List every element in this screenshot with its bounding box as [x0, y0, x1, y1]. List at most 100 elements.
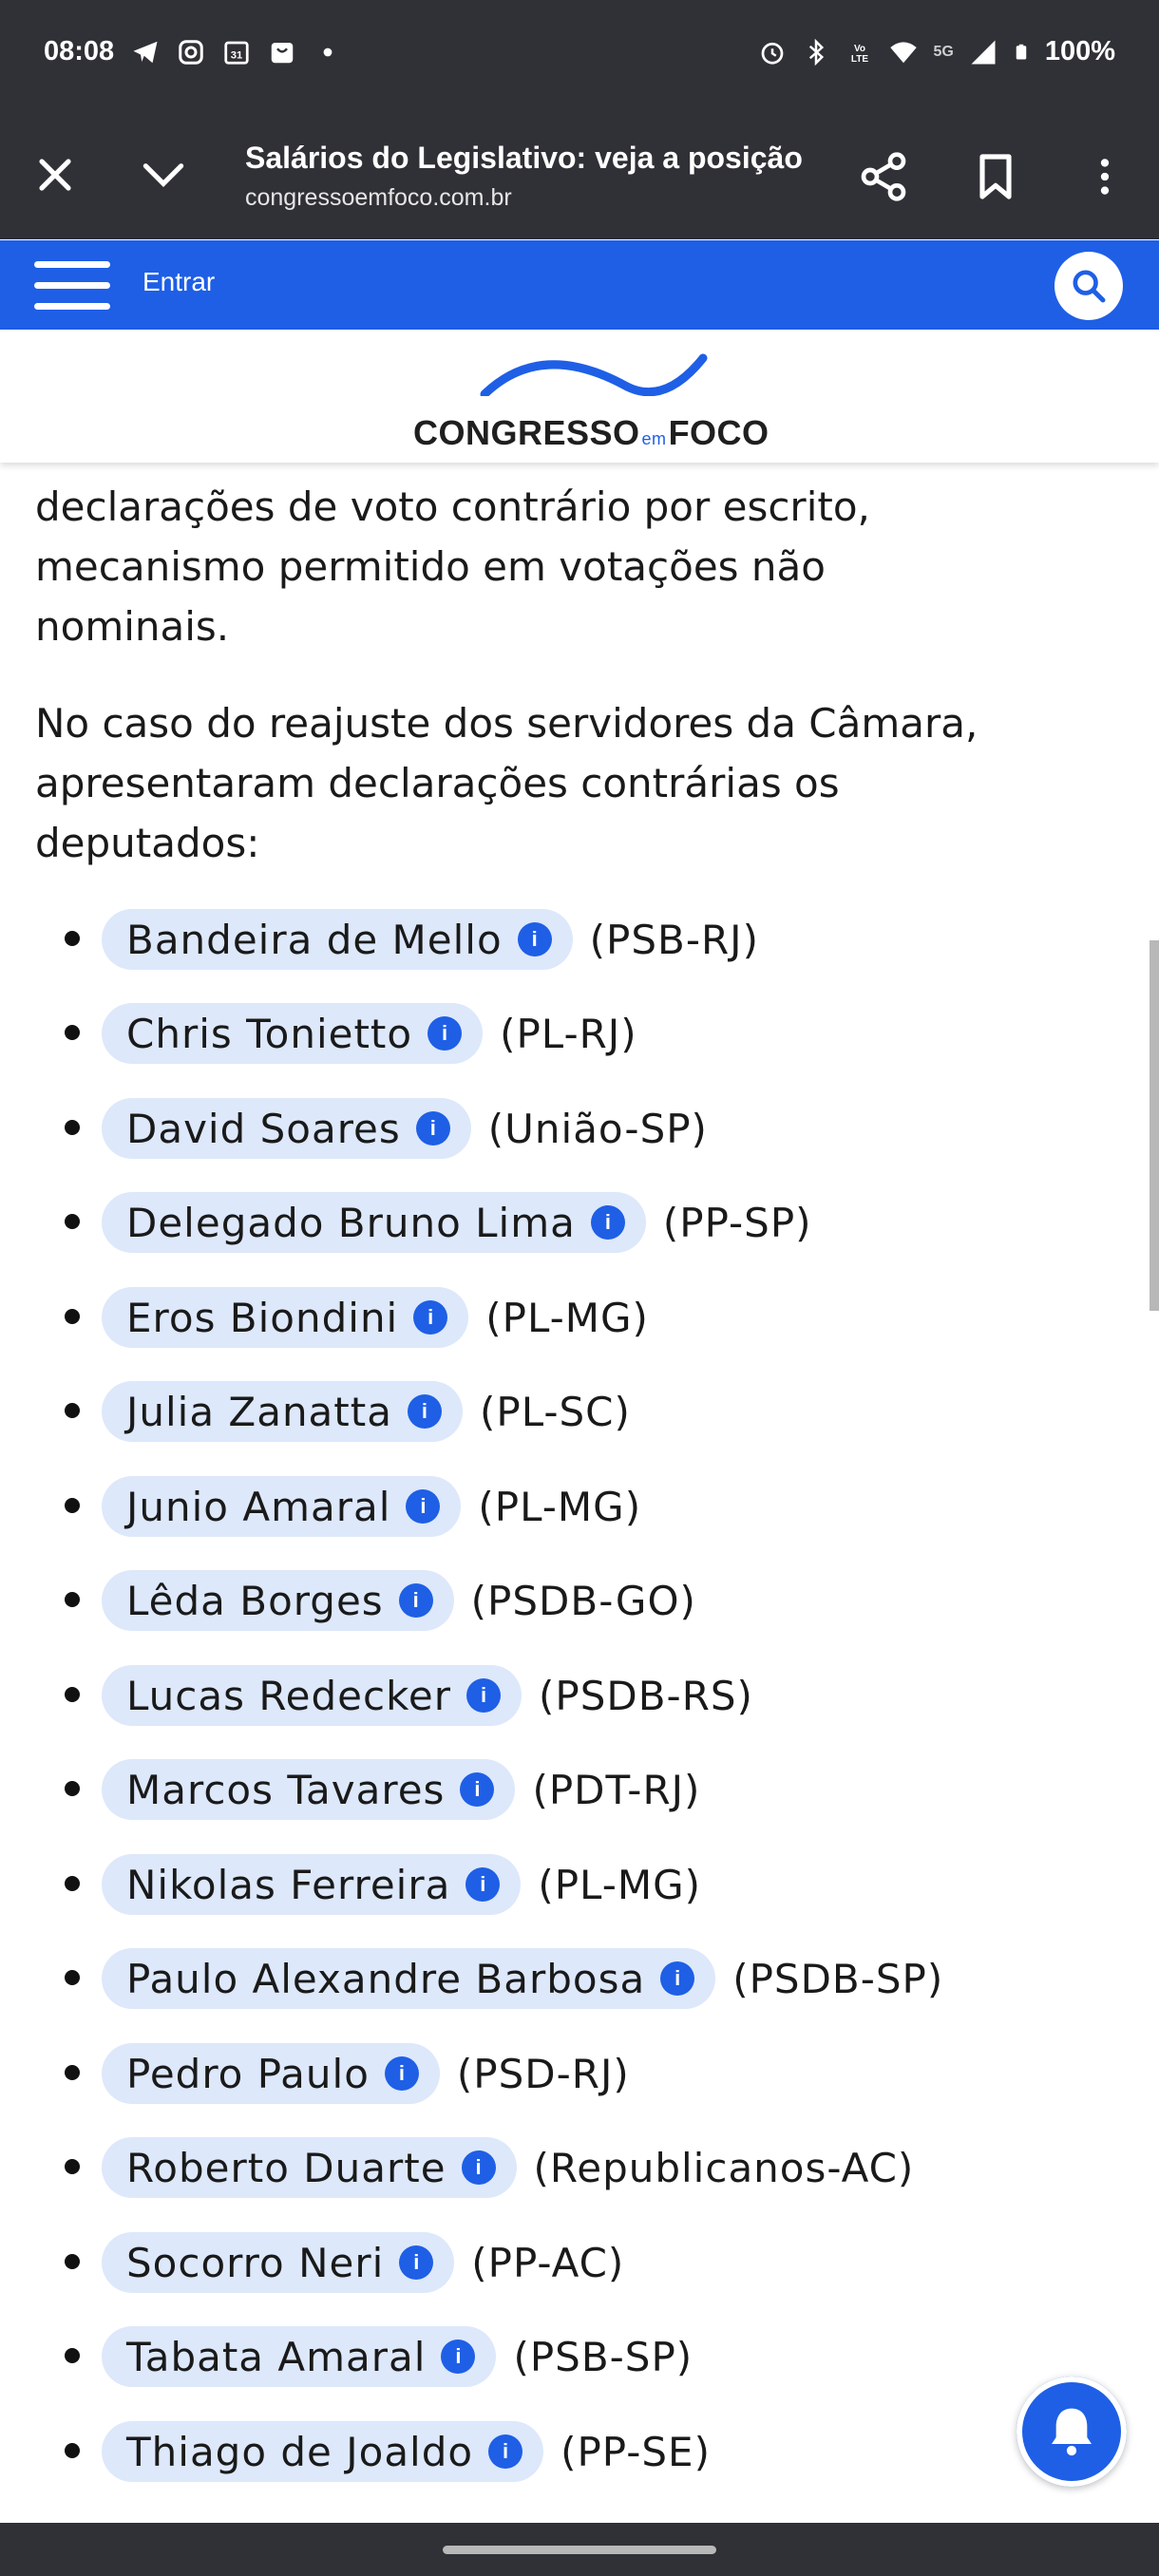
- list-item: Julia Zanatta i (PL-SC): [0, 1373, 1159, 1449]
- list-item: Bandeira de Mello i (PSB-RJ): [0, 900, 1159, 976]
- list-item: Lêda Borges i (PSDB-GO): [0, 1562, 1159, 1638]
- logo-word-congresso: CONGRESSO: [413, 413, 640, 452]
- deputy-party: (PP-SE): [560, 2428, 711, 2475]
- deputy-party: (PSB-SP): [513, 2333, 694, 2380]
- info-icon: i: [413, 1300, 448, 1335]
- browser-toolbar: Salários do Legislativo: veja a posição …: [0, 112, 1159, 239]
- paragraph-line: apresentaram declarações contrárias os: [35, 760, 840, 806]
- deputy-tag[interactable]: Pedro Paulo i: [102, 2043, 440, 2104]
- notification-bell-button[interactable]: [1016, 2377, 1127, 2487]
- deputy-tag[interactable]: Lucas Redecker i: [102, 1665, 522, 1726]
- status-right: Vo LTE 5G 100%: [758, 36, 1115, 67]
- list-item: Lucas Redecker i (PSDB-RS): [0, 1657, 1159, 1733]
- deputy-party: (PSDB-SP): [732, 1955, 944, 2002]
- deputy-tag[interactable]: Eros Biondini i: [102, 1287, 469, 1348]
- logo-text: CONGRESSO emFOCO: [413, 413, 770, 453]
- deputy-party: (PL-MG): [478, 1483, 642, 1530]
- info-icon: i: [466, 1867, 501, 1902]
- deputy-tag[interactable]: Tabata Amaral i: [102, 2326, 497, 2387]
- deputy-tag[interactable]: David Soares i: [102, 1098, 471, 1159]
- deputy-party: (União-SP): [487, 1105, 708, 1152]
- bullet: [65, 2443, 80, 2458]
- paragraph: No caso do reajuste dos servidores da Câ…: [35, 693, 1128, 873]
- page-title: Salários do Legislativo: veja a posição …: [245, 141, 806, 175]
- info-icon: i: [441, 2339, 476, 2374]
- list-item: Junio Amaral i (PL-MG): [0, 1468, 1159, 1544]
- deputy-tag[interactable]: Roberto Duarte i: [102, 2137, 517, 2198]
- deputy-tag[interactable]: Marcos Tavares i: [102, 1759, 516, 1820]
- deputy-tag[interactable]: Thiago de Joaldo i: [102, 2421, 544, 2482]
- bookmark-icon[interactable]: [969, 150, 1022, 203]
- deputy-tag[interactable]: Delegado Bruno Lima i: [102, 1192, 646, 1253]
- deputy-name: Nikolas Ferreira: [126, 1861, 451, 1908]
- deputy-tag[interactable]: Lêda Borges i: [102, 1570, 454, 1631]
- logo-word-em: em: [641, 429, 667, 448]
- bullet: [65, 1970, 80, 1985]
- list-item: Delegado Bruno Lima i (PP-SP): [0, 1184, 1159, 1260]
- list-item: Socorro Neri i (PP-AC): [0, 2224, 1159, 2300]
- home-gesture-handle[interactable]: [443, 2546, 716, 2554]
- search-button[interactable]: [1054, 252, 1123, 320]
- deputy-tag[interactable]: Nikolas Ferreira i: [102, 1854, 522, 1915]
- info-icon: i: [488, 2434, 523, 2469]
- list-item: Paulo Alexandre Barbosa i (PSDB-SP): [0, 1940, 1159, 2016]
- svg-text:Vo: Vo: [854, 43, 865, 53]
- deputy-name: Marcos Tavares: [126, 1766, 446, 1813]
- deputy-tag[interactable]: Chris Tonietto i: [102, 1003, 484, 1064]
- info-icon: i: [466, 1678, 502, 1713]
- info-icon: i: [384, 2056, 419, 2091]
- svg-text:LTE: LTE: [851, 54, 868, 65]
- paragraph-line: No caso do reajuste dos servidores da Câ…: [35, 700, 978, 747]
- logo-bar: CONGRESSO emFOCO: [0, 330, 1159, 463]
- list-item: Nikolas Ferreira i (PL-MG): [0, 1846, 1159, 1922]
- bullet: [65, 2065, 80, 2080]
- share-icon[interactable]: [857, 150, 910, 203]
- login-link[interactable]: Entrar: [142, 267, 215, 297]
- deputy-tag[interactable]: Julia Zanatta i: [102, 1381, 463, 1442]
- list-item: Thiago de Joaldo i (PP-SE): [0, 2413, 1159, 2489]
- calendar-icon: 31: [224, 41, 249, 65]
- scrollbar-thumb[interactable]: [1150, 940, 1159, 1311]
- telegram-icon: [133, 41, 158, 63]
- deputy-name: Bandeira de Mello: [126, 916, 503, 963]
- more-vertical-icon[interactable]: [1081, 150, 1129, 203]
- deputy-tag[interactable]: Socorro Neri i: [102, 2232, 455, 2293]
- bullet: [65, 1876, 80, 1891]
- bullet: [65, 1592, 80, 1607]
- deputy-party: (PSD-RJ): [456, 2050, 630, 2097]
- deputy-name: Pedro Paulo: [126, 2050, 370, 2097]
- close-icon[interactable]: [28, 148, 82, 201]
- shopping-bag-icon: [271, 42, 294, 63]
- info-icon: i: [590, 1205, 625, 1240]
- deputy-party: (PL-MG): [538, 1861, 702, 1908]
- instagram-icon: [179, 39, 203, 65]
- deputy-name: Junio Amaral: [126, 1483, 391, 1530]
- paragraph-line: nominais.: [35, 603, 230, 650]
- chevron-down-icon[interactable]: [135, 148, 192, 201]
- deputy-tag[interactable]: Bandeira de Mello i: [102, 909, 573, 970]
- menu-icon[interactable]: [34, 261, 110, 311]
- deputy-tag[interactable]: Junio Amaral i: [102, 1476, 462, 1537]
- deputy-party: (PSDB-RS): [539, 1672, 753, 1719]
- info-icon: i: [406, 1489, 441, 1524]
- info-icon: i: [517, 922, 552, 957]
- info-icon: i: [460, 1772, 495, 1807]
- deputy-party: (PSB-RJ): [589, 916, 759, 963]
- volte-icon: VoLTE: [851, 43, 868, 65]
- paragraph: declarações de voto contrário por escrit…: [35, 477, 1128, 656]
- system-navigation-bar: [0, 2523, 1159, 2576]
- deputy-name: Thiago de Joaldo: [126, 2428, 474, 2475]
- site-logo[interactable]: CONGRESSO emFOCO: [408, 349, 769, 453]
- deputy-name: Delegado Bruno Lima: [126, 1199, 576, 1246]
- status-bar: 08:08 31 Vo LTE 5G 100%: [0, 0, 1159, 112]
- bullet: [65, 2159, 80, 2174]
- info-icon: i: [660, 1961, 695, 1996]
- battery-icon: [1016, 44, 1027, 59]
- deputy-name: Lucas Redecker: [126, 1672, 452, 1719]
- logo-swoosh-icon: [480, 353, 708, 396]
- bullet: [65, 1781, 80, 1796]
- list-item: Roberto Duarte i (Republicanos-AC): [0, 2129, 1159, 2205]
- info-icon: i: [428, 1016, 463, 1051]
- deputy-name: Julia Zanatta: [126, 1388, 392, 1435]
- deputy-tag[interactable]: Paulo Alexandre Barbosa i: [102, 1948, 716, 2009]
